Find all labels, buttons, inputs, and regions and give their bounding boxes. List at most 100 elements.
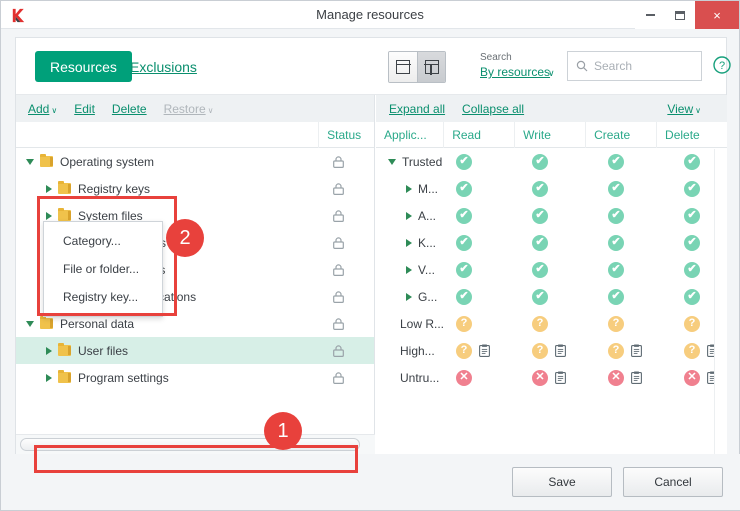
permission-cell[interactable]: ✔ bbox=[524, 234, 600, 251]
permission-badge-ok[interactable]: ✔ bbox=[608, 261, 624, 278]
permission-cell[interactable]: ? bbox=[676, 342, 740, 359]
permission-badge-no[interactable]: ✕ bbox=[608, 369, 624, 386]
clipboard-icon[interactable] bbox=[631, 371, 642, 384]
permission-badge-ok[interactable]: ✔ bbox=[456, 153, 472, 170]
permission-badge-ok[interactable]: ✔ bbox=[684, 207, 700, 224]
permission-cell[interactable]: ? bbox=[600, 342, 676, 359]
left-horizontal-scrollbar[interactable] bbox=[20, 438, 360, 451]
expand-all-button[interactable]: Expand all bbox=[389, 102, 445, 116]
permission-badge-ok[interactable]: ✔ bbox=[608, 288, 624, 305]
permission-row[interactable]: A... ✔ ✔ ✔ ✔ bbox=[376, 202, 727, 229]
permission-cell[interactable]: ✔ bbox=[524, 153, 600, 170]
permission-cell[interactable]: ✕ bbox=[448, 369, 524, 386]
search-by-dropdown[interactable]: By resources bbox=[480, 65, 550, 79]
permission-badge-ok[interactable]: ✔ bbox=[608, 180, 624, 197]
permission-badge-ask[interactable]: ? bbox=[608, 315, 624, 332]
permission-row[interactable]: V... ✔ ✔ ✔ ✔ bbox=[376, 256, 727, 283]
clipboard-icon[interactable] bbox=[479, 344, 490, 357]
permission-cell[interactable]: ✔ bbox=[676, 288, 740, 305]
permission-badge-ok[interactable]: ✔ bbox=[532, 180, 548, 197]
expander-icon[interactable] bbox=[388, 158, 396, 165]
expander-icon[interactable] bbox=[46, 211, 52, 220]
expander-icon[interactable] bbox=[26, 320, 34, 327]
permission-cell[interactable]: ✔ bbox=[600, 261, 676, 278]
permission-row[interactable]: Untru... ✕ ✕ ✕ ✕ bbox=[376, 364, 727, 391]
add-menu-item[interactable]: Registry key... bbox=[44, 283, 162, 311]
permission-badge-ok[interactable]: ✔ bbox=[456, 207, 472, 224]
permission-cell[interactable]: ? bbox=[448, 342, 524, 359]
expander-icon[interactable] bbox=[406, 265, 412, 274]
permission-badge-ask[interactable]: ? bbox=[532, 315, 548, 332]
permission-cell[interactable]: ✔ bbox=[524, 261, 600, 278]
permission-cell[interactable]: ✔ bbox=[448, 234, 524, 251]
clipboard-icon[interactable] bbox=[555, 344, 566, 357]
permission-badge-ok[interactable]: ✔ bbox=[532, 234, 548, 251]
permission-badge-ok[interactable]: ✔ bbox=[532, 153, 548, 170]
permission-row[interactable]: K... ✔ ✔ ✔ ✔ bbox=[376, 229, 727, 256]
minimize-button[interactable] bbox=[635, 1, 665, 29]
permission-badge-ok[interactable]: ✔ bbox=[456, 234, 472, 251]
expander-icon[interactable] bbox=[406, 238, 412, 247]
permission-row[interactable]: M... ✔ ✔ ✔ ✔ bbox=[376, 175, 727, 202]
permission-cell[interactable]: ✔ bbox=[448, 153, 524, 170]
save-button[interactable]: Save bbox=[512, 467, 612, 497]
permission-badge-ok[interactable]: ✔ bbox=[608, 153, 624, 170]
permission-cell[interactable]: ✔ bbox=[448, 207, 524, 224]
cancel-button[interactable]: Cancel bbox=[623, 467, 723, 497]
delete-button[interactable]: Delete bbox=[112, 102, 147, 116]
permission-cell[interactable]: ✔ bbox=[524, 180, 600, 197]
permission-cell[interactable]: ? bbox=[676, 315, 740, 332]
permission-cell[interactable]: ✕ bbox=[676, 369, 740, 386]
permission-cell[interactable]: ✔ bbox=[600, 234, 676, 251]
permission-badge-ask[interactable]: ? bbox=[456, 342, 472, 359]
expander-icon[interactable] bbox=[26, 158, 34, 165]
permission-badge-no[interactable]: ✕ bbox=[456, 369, 472, 386]
permission-badge-ok[interactable]: ✔ bbox=[684, 261, 700, 278]
permission-cell[interactable]: ✔ bbox=[600, 288, 676, 305]
collapse-all-button[interactable]: Collapse all bbox=[462, 102, 524, 116]
permission-badge-ok[interactable]: ✔ bbox=[684, 234, 700, 251]
permission-cell[interactable]: ✔ bbox=[600, 153, 676, 170]
tree-row[interactable]: Operating system bbox=[16, 148, 374, 175]
permission-row[interactable]: Low R...???? bbox=[376, 310, 727, 337]
permission-cell[interactable]: ✔ bbox=[676, 180, 740, 197]
help-circle-icon[interactable]: ? bbox=[713, 56, 731, 74]
expander-icon[interactable] bbox=[406, 211, 412, 220]
permission-row[interactable]: High...???? bbox=[376, 337, 727, 364]
permission-badge-ask[interactable]: ? bbox=[684, 342, 700, 359]
edit-button[interactable]: Edit bbox=[74, 102, 95, 116]
permission-badge-ok[interactable]: ✔ bbox=[608, 234, 624, 251]
permission-cell[interactable]: ✔ bbox=[676, 153, 740, 170]
permission-badge-ok[interactable]: ✔ bbox=[456, 288, 472, 305]
permission-cell[interactable]: ? bbox=[448, 315, 524, 332]
permission-badge-ok[interactable]: ✔ bbox=[456, 261, 472, 278]
permission-cell[interactable]: ? bbox=[600, 315, 676, 332]
view-button[interactable]: View ∨ bbox=[667, 102, 701, 116]
clipboard-icon[interactable] bbox=[555, 371, 566, 384]
permission-cell[interactable]: ✔ bbox=[676, 207, 740, 224]
permission-badge-ok[interactable]: ✔ bbox=[532, 207, 548, 224]
tree-row[interactable]: Registry keys bbox=[16, 175, 374, 202]
permission-cell[interactable]: ✕ bbox=[600, 369, 676, 386]
permission-cell[interactable]: ✔ bbox=[448, 288, 524, 305]
close-button[interactable]: × bbox=[695, 1, 739, 29]
add-button[interactable]: Add ∨ bbox=[28, 102, 57, 116]
expander-icon[interactable] bbox=[406, 184, 412, 193]
permission-row[interactable]: G... ✔ ✔ ✔ ✔ bbox=[376, 283, 727, 310]
permission-badge-ask[interactable]: ? bbox=[532, 342, 548, 359]
permission-cell[interactable]: ✔ bbox=[448, 180, 524, 197]
permission-cell[interactable]: ✔ bbox=[600, 180, 676, 197]
right-vertical-scrollbar[interactable] bbox=[714, 149, 727, 455]
permission-cell[interactable]: ✔ bbox=[600, 207, 676, 224]
view-single-pane-button[interactable] bbox=[389, 52, 417, 82]
clipboard-icon[interactable] bbox=[631, 344, 642, 357]
permission-badge-no[interactable]: ✕ bbox=[684, 369, 700, 386]
maximize-button[interactable] bbox=[665, 1, 695, 29]
permission-badge-ok[interactable]: ✔ bbox=[684, 288, 700, 305]
expander-icon[interactable] bbox=[46, 346, 52, 355]
permission-cell[interactable]: ✔ bbox=[676, 234, 740, 251]
permission-cell[interactable]: ✕ bbox=[524, 369, 600, 386]
permission-badge-ok[interactable]: ✔ bbox=[532, 261, 548, 278]
permission-cell[interactable]: ? bbox=[524, 315, 600, 332]
add-menu-item[interactable]: Category... bbox=[44, 227, 162, 255]
